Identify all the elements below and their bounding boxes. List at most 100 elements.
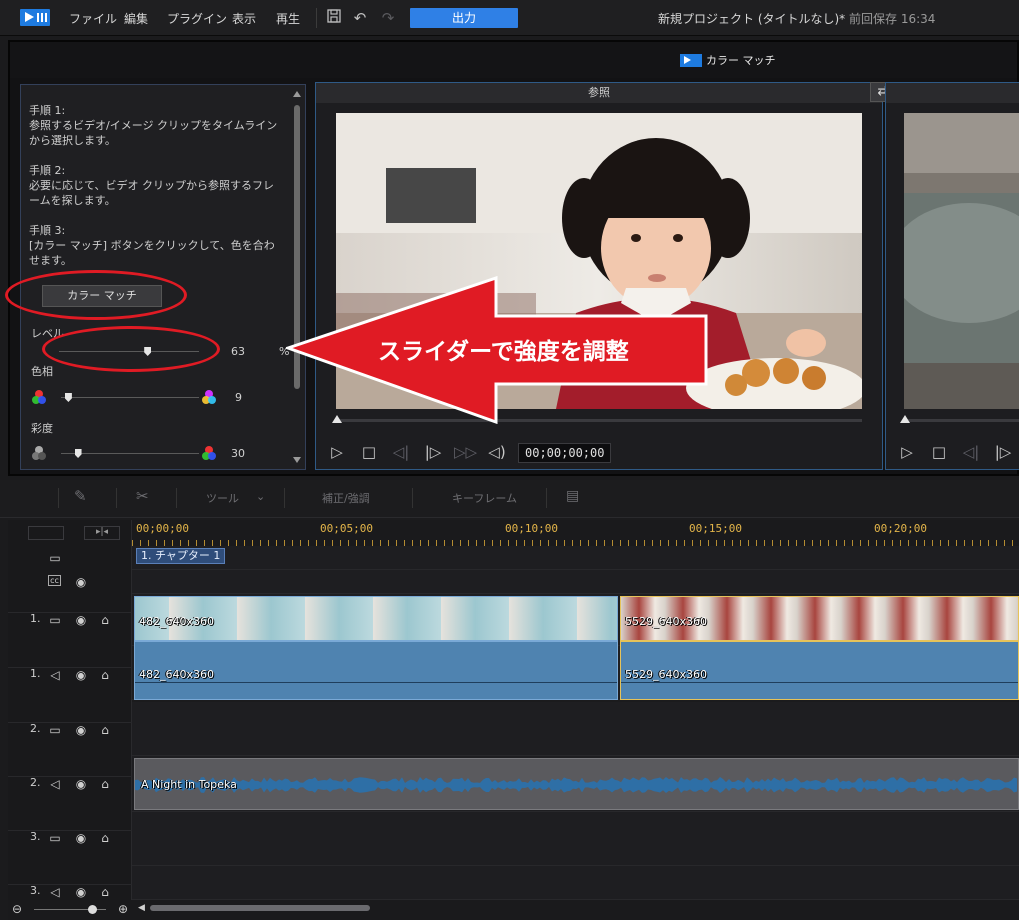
color-match-title: カラー マッチ bbox=[706, 54, 776, 67]
video-clip-2[interactable]: 5529_640x360 bbox=[620, 596, 1019, 641]
video-clip-1[interactable]: 482_640x360 bbox=[134, 596, 618, 641]
audio-clip-2[interactable]: 5529_640x360 bbox=[620, 641, 1019, 700]
fix-enhance-button[interactable]: 補正/強調 bbox=[322, 490, 370, 506]
next-frame-icon[interactable]: |▷ bbox=[992, 441, 1014, 463]
track-head-audio-3: 3. ◁ ◉ ⌂ bbox=[8, 884, 132, 899]
eye-icon[interactable]: ◉ bbox=[74, 777, 88, 791]
rgb-icon bbox=[202, 390, 216, 404]
lock-icon[interactable]: ⌂ bbox=[98, 723, 112, 737]
eye-icon[interactable]: ◉ bbox=[74, 723, 88, 737]
timeline-ruler[interactable]: 00;00;00 00;05;00 00;10;00 00;15;00 00;2… bbox=[132, 520, 1019, 546]
keyframe-button[interactable]: キーフレーム bbox=[452, 490, 517, 506]
scissors-icon[interactable]: ✂ bbox=[136, 487, 149, 505]
music-clip[interactable]: A Night in Topeka bbox=[134, 758, 1019, 810]
reference-timecode: 00;00;00;00 bbox=[518, 443, 612, 463]
undo-icon[interactable]: ↶ bbox=[350, 8, 370, 28]
menu-view[interactable]: 表示 bbox=[232, 10, 256, 27]
highlight-ellipse-button bbox=[5, 270, 187, 320]
subtitle-icon[interactable]: ▤ bbox=[566, 488, 579, 504]
ruler-label: 00;20;00 bbox=[874, 522, 927, 535]
step-1-body: 参照するビデオ/イメージ クリップをタイムラインから選択します。 bbox=[29, 119, 278, 147]
lock-icon[interactable]: ⌂ bbox=[98, 885, 112, 899]
chapter-marker[interactable]: 1. チャプター 1 bbox=[136, 548, 226, 564]
step-2-body: 必要に応じて、ビデオ クリップから参照するフレームを探します。 bbox=[29, 179, 274, 207]
stop-icon[interactable]: □ bbox=[928, 441, 950, 463]
saturation-slider-thumb[interactable] bbox=[74, 449, 82, 458]
eye-icon[interactable]: ◉ bbox=[74, 575, 88, 589]
ruler-label: 00;00;00 bbox=[136, 522, 189, 535]
ruler-label: 00;05;00 bbox=[320, 522, 373, 535]
previous-frame-icon[interactable]: ◁| bbox=[960, 441, 982, 463]
next-frame-icon[interactable]: |▷ bbox=[422, 441, 444, 463]
zoom-slider-thumb[interactable] bbox=[88, 905, 97, 914]
app-logo bbox=[20, 9, 50, 26]
lock-icon[interactable]: ⌂ bbox=[98, 777, 112, 791]
track-manager-icon[interactable] bbox=[28, 526, 64, 540]
track-number: 2. bbox=[30, 776, 41, 789]
output-button[interactable]: 出力 bbox=[410, 8, 518, 28]
video-track-icon: ▭ bbox=[49, 723, 61, 737]
lock-icon[interactable]: ⌂ bbox=[98, 668, 112, 682]
step-3-heading: 手順 3: bbox=[29, 224, 66, 237]
tools-menu[interactable]: ツール bbox=[206, 490, 239, 506]
stop-icon[interactable]: □ bbox=[358, 441, 380, 463]
saturation-slider[interactable] bbox=[61, 453, 199, 454]
redo-icon[interactable]: ↷ bbox=[378, 8, 398, 28]
hue-slider[interactable] bbox=[61, 397, 199, 398]
menu-edit[interactable]: 編集 bbox=[124, 10, 148, 27]
track-head-audio-2: 2. ◁ ◉ ⌂ bbox=[8, 776, 132, 791]
track-head-video-3: 3. ▭ ◉ ⌂ bbox=[8, 830, 132, 845]
ruler-label: 00;10;00 bbox=[505, 522, 558, 535]
previous-frame-icon[interactable]: ◁| bbox=[390, 441, 412, 463]
hue-slider-thumb[interactable] bbox=[64, 393, 72, 402]
eye-icon[interactable]: ◉ bbox=[74, 613, 88, 627]
hue-label: 色相 bbox=[31, 365, 53, 378]
track-number: 3. bbox=[30, 884, 41, 897]
zoom-in-icon[interactable]: ⊕ bbox=[118, 902, 128, 916]
saturation-value: 30 bbox=[231, 447, 245, 460]
menu-playback[interactable]: 再生 bbox=[276, 10, 300, 27]
speaker-icon: ◁ bbox=[50, 668, 60, 682]
play-icon[interactable]: ▷ bbox=[896, 441, 918, 463]
subtitle-track bbox=[132, 570, 1019, 594]
target-transport: ▷ □ ◁| |▷ bbox=[896, 441, 1014, 463]
edit-toolbar: ✎ ✂ ツール ⌄ 補正/強調 キーフレーム ▤ bbox=[0, 480, 1019, 518]
play-icon[interactable]: ▷ bbox=[326, 441, 348, 463]
reference-transport: ▷ □ ◁| |▷ ▷▷ ◁) bbox=[326, 441, 508, 463]
menu-plugins[interactable]: プラグイン bbox=[167, 10, 227, 27]
lock-icon[interactable]: ⌂ bbox=[98, 831, 112, 845]
scroll-left-icon[interactable]: ◀ bbox=[138, 903, 145, 913]
speaker-icon: ◁ bbox=[50, 777, 60, 791]
step-1-heading: 手順 1: bbox=[29, 104, 66, 117]
target-preview-header bbox=[886, 83, 1019, 103]
target-preview-panel: ▷ □ ◁| |▷ bbox=[885, 82, 1019, 470]
track-number: 3. bbox=[30, 830, 41, 843]
target-seek-bar[interactable] bbox=[904, 419, 1019, 422]
eye-icon[interactable]: ◉ bbox=[74, 885, 88, 899]
scroll-up-icon[interactable] bbox=[293, 91, 301, 97]
chapter-icon: ▭ bbox=[49, 551, 61, 565]
volume-icon[interactable]: ◁) bbox=[486, 441, 508, 463]
menu-file[interactable]: ファイル bbox=[69, 10, 117, 27]
audio-clip-1[interactable]: 482_640x360 bbox=[134, 641, 618, 700]
color-match-titlebar: カラー マッチ bbox=[10, 42, 1017, 78]
hue-value: 9 bbox=[235, 391, 242, 404]
track-header-column: ▸|◂ bbox=[8, 520, 132, 904]
chevron-down-icon[interactable]: ⌄ bbox=[256, 490, 265, 503]
fast-forward-icon[interactable]: ▷▷ bbox=[454, 441, 477, 463]
lock-icon[interactable]: ⌂ bbox=[98, 613, 112, 627]
reference-label: 参照 bbox=[316, 83, 882, 103]
pen-icon[interactable]: ✎ bbox=[74, 487, 87, 505]
step-3: 手順 3: [カラー マッチ] ボタンをクリックして、色を合わせます。 bbox=[29, 223, 279, 268]
timeline-horizontal-scrollbar[interactable] bbox=[150, 905, 370, 911]
eye-icon[interactable]: ◉ bbox=[74, 668, 88, 682]
level-value: 63 bbox=[231, 345, 245, 358]
scroll-down-icon[interactable] bbox=[293, 457, 301, 463]
video-track-icon: ▭ bbox=[49, 831, 61, 845]
save-icon[interactable] bbox=[324, 8, 344, 28]
eye-icon[interactable]: ◉ bbox=[74, 831, 88, 845]
audio-track-3 bbox=[132, 866, 1019, 900]
zoom-out-icon[interactable]: ⊖ bbox=[12, 902, 22, 916]
clip-name: 5529_640x360 bbox=[625, 615, 707, 628]
fit-timeline-icon[interactable]: ▸|◂ bbox=[84, 526, 120, 540]
